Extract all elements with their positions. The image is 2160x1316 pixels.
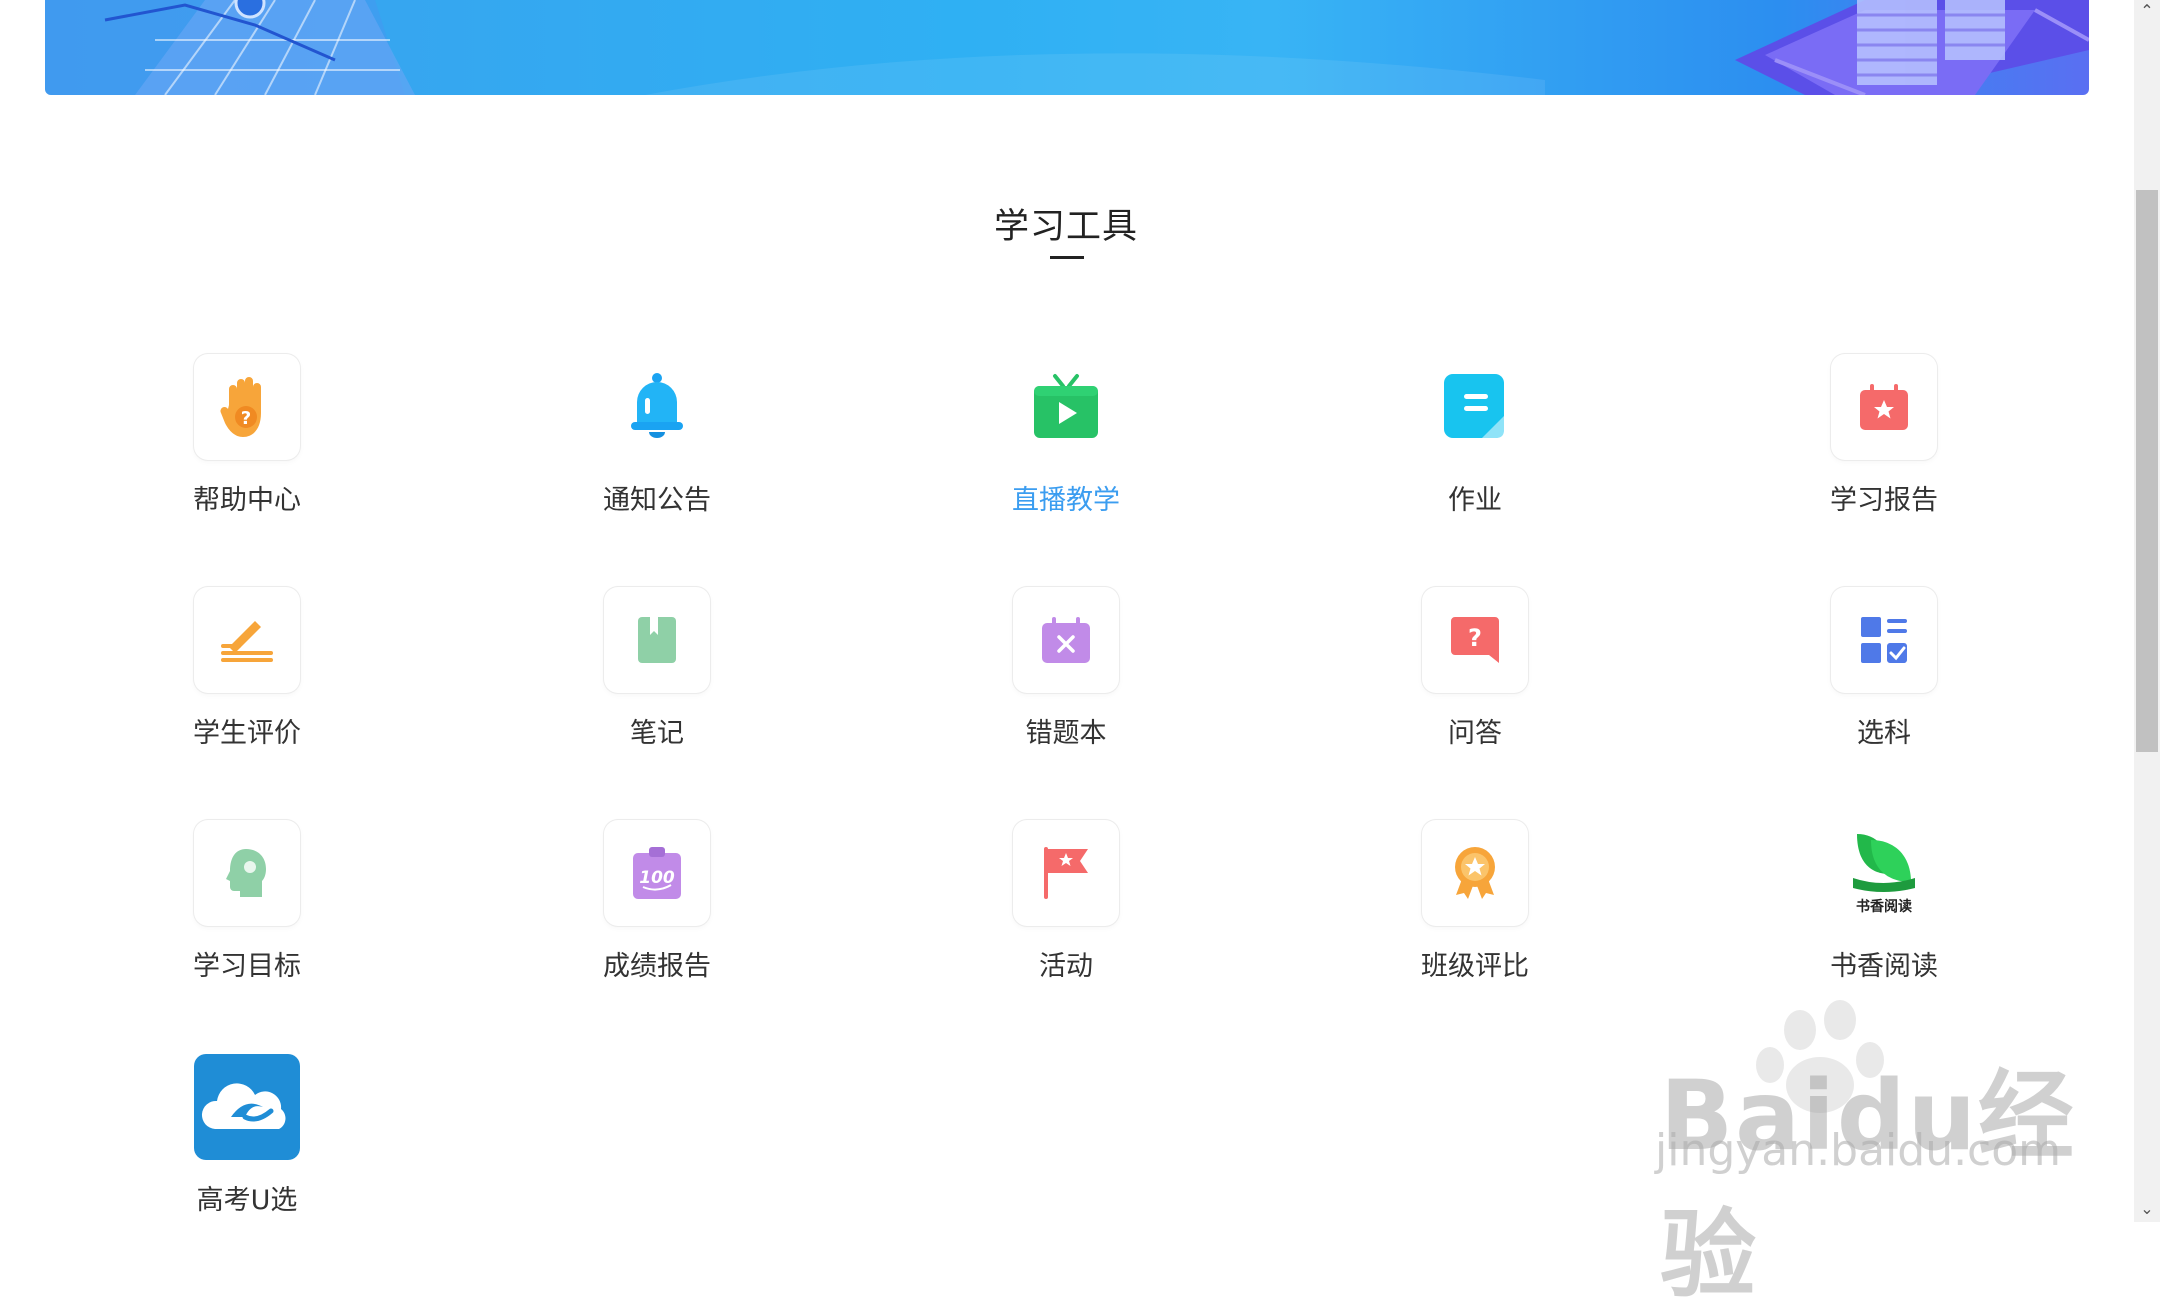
tool-notice[interactable]: 通知公告 [527,354,787,517]
tool-activity[interactable]: 活动 [936,820,1196,983]
notebook-icon [604,587,710,693]
flag-icon [1013,820,1119,926]
tool-subject-selection[interactable]: 选科 [1754,587,2014,750]
svg-text:?: ? [241,408,251,429]
scroll-up-arrow-icon[interactable]: ⌃ [2134,0,2160,22]
score-100-icon: 100 [604,820,710,926]
tool-label: 错题本 [1025,718,1107,749]
tool-label: 笔记 [630,718,684,749]
tool-student-evaluation[interactable]: 学生评价 [117,587,377,750]
tool-label: 学生评价 [193,718,301,749]
tool-label: 成绩报告 [603,951,711,982]
scrollbar-thumb[interactable] [2136,190,2158,752]
tool-gaokao-uselect[interactable]: 高考U选 [117,1054,377,1217]
tool-class-ranking[interactable]: 班级评比 [1345,820,1605,983]
report-calendar-icon [1831,354,1937,460]
banner-illustration [45,0,2089,95]
tool-help-center[interactable]: ? 帮助中心 [117,354,377,517]
question-bubble-icon: ? [1422,587,1528,693]
title-underline [1050,256,1084,259]
bell-icon [604,354,710,460]
book-leaf-icon-text: 书香阅读 [1856,899,1912,915]
calendar-x-icon [1013,587,1119,693]
medal-icon [1422,820,1528,926]
head-brain-icon [194,820,300,926]
tool-qa[interactable]: ? 问答 [1345,587,1605,750]
tool-notes[interactable]: 笔记 [527,587,787,750]
tool-live-teaching[interactable]: 直播教学 [936,354,1196,517]
cloud-bird-icon [194,1054,300,1160]
tool-label: 作业 [1448,485,1502,516]
tool-study-goal[interactable]: 学习目标 [117,820,377,983]
tool-label: 帮助中心 [193,485,301,516]
scroll-down-arrow-icon[interactable]: ⌄ [2134,1198,2160,1220]
svg-text:?: ? [1468,624,1482,652]
help-hand-icon: ? [194,354,300,460]
tool-label: 选科 [1857,718,1911,749]
top-banner [45,0,2089,95]
tv-play-icon [1013,354,1119,460]
tool-label: 学习报告 [1830,485,1938,516]
homework-doc-icon [1422,354,1528,460]
tool-label: 书香阅读 [1830,951,1938,982]
tool-label: 高考U选 [196,1185,298,1216]
tool-wrong-questions[interactable]: 错题本 [936,587,1196,750]
tool-score-report[interactable]: 100 成绩报告 [527,820,787,983]
grid-check-icon [1831,587,1937,693]
tool-label: 直播教学 [1012,485,1120,516]
tool-label: 学习目标 [193,951,301,982]
watermark-subtext: jingyan.baidu.com [1655,1125,2062,1176]
pen-lines-icon [194,587,300,693]
tool-label: 活动 [1039,951,1093,982]
tool-label: 问答 [1448,718,1502,749]
tool-label: 通知公告 [603,485,711,516]
tool-label: 班级评比 [1421,951,1529,982]
section-title: 学习工具 [993,207,1138,247]
watermark-text: Baidu经验 [1660,1060,2076,1311]
tool-study-report[interactable]: 学习报告 [1754,354,2014,517]
tool-homework[interactable]: 作业 [1345,354,1605,517]
